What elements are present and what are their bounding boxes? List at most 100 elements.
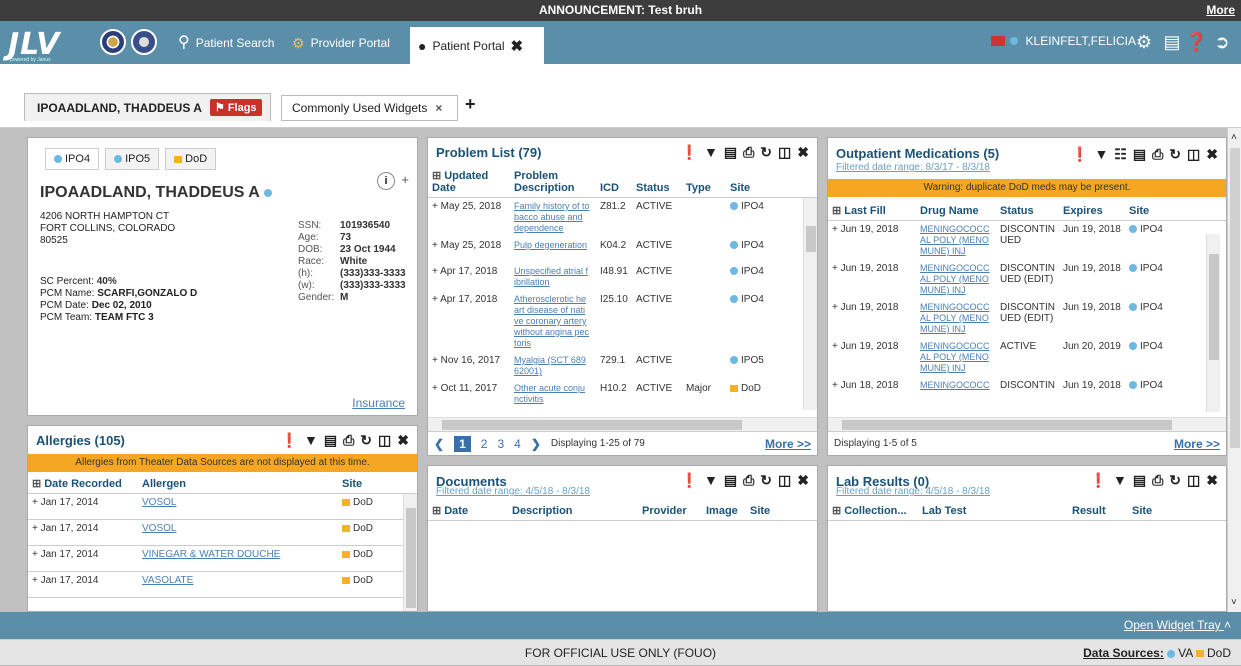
filter-icon[interactable]: ▼ [304,432,318,449]
problem-link[interactable]: Family history of to bacco abuse and dep… [514,201,590,233]
print-icon[interactable]: ⎙ [1152,472,1163,489]
info-icon[interactable]: ❗ [681,472,698,489]
scroll-thumb[interactable] [1230,148,1240,448]
col-updated-date[interactable]: ⊞ Updated Date [428,166,510,198]
expand-all-icon[interactable]: ⊞ [432,170,441,182]
refresh-icon[interactable]: ↻ [360,432,372,449]
col-status[interactable]: Status [996,201,1059,221]
patient-tab[interactable]: IPOAADLAND, THADDEUS A ⚑ Flags [24,93,271,121]
expand-all-icon[interactable]: ⊞ [32,478,41,490]
site-tab-ipo5[interactable]: IPO5 [105,148,160,170]
expand-icon[interactable]: + [432,383,441,394]
allergen-link[interactable]: VASOLATE [142,575,193,586]
current-user[interactable]: KLEINFELT,FELICIA [990,34,1136,48]
table-row[interactable]: + Jan 17, 2014 VOSOL DoD [28,520,417,546]
col-description[interactable]: Description [508,501,638,521]
table-row[interactable]: + Jun 18, 2018 MENINGOCOCC DISCONTIN Jun 19… [828,377,1226,415]
expand-icon[interactable]: + [832,224,841,235]
filter-icon[interactable]: ▼ [704,472,718,489]
col-site[interactable]: Site [338,474,417,494]
refresh-icon[interactable]: ↻ [1169,146,1181,163]
col-last-fill[interactable]: ⊞ Last Fill [828,201,916,221]
columns-icon[interactable]: ◫ [378,432,391,449]
close-icon[interactable]: × [435,101,442,115]
clipboard-icon[interactable]: ▤ [724,144,737,161]
col-drug-name[interactable]: Drug Name [916,201,996,221]
filter-icon[interactable]: ▼ [704,144,718,161]
columns-icon[interactable]: ◫ [778,472,791,489]
refresh-icon[interactable]: ↻ [1169,472,1181,489]
print-icon[interactable]: ⎙ [743,144,754,161]
col-site[interactable]: Site [726,166,817,198]
info-icon[interactable]: ❗ [681,144,698,161]
page-button[interactable]: 3 [497,437,504,451]
table-row[interactable]: + Jun 19, 2018 MENINGOCOCC AL POLY (MENO … [828,338,1226,377]
filter-icon[interactable]: ▼ [1094,146,1108,163]
next-page-icon[interactable]: ❯ [531,437,541,451]
table-row[interactable]: + Jan 17, 2014 VASOLATE DoD [28,572,417,598]
table-row[interactable]: + Nov 16, 2017 Myalgia (SCT 689 62001) 729… [428,352,817,380]
flags-button[interactable]: ⚑ Flags [209,99,262,116]
meds-scrollbar[interactable] [1206,234,1220,412]
col-date[interactable]: ⊞ Date [428,501,508,521]
add-tab-button[interactable]: + [465,94,476,115]
expand-icon[interactable]: + [432,294,440,305]
problem-link[interactable]: Unspecified atrial f ibrillation [514,266,588,287]
close-icon[interactable]: ✖ [797,472,809,489]
meds-more-link[interactable]: More >> [1174,437,1220,451]
problem-scrollbar[interactable] [803,198,817,410]
expand-icon[interactable]: + [32,497,41,508]
close-icon[interactable]: ✖ [1206,146,1218,163]
col-provider[interactable]: Provider [638,501,702,521]
expand-all-icon[interactable]: ⊞ [432,505,441,517]
expand-icon[interactable]: + [832,380,841,391]
problem-hscrollbar[interactable] [428,417,817,431]
scroll-up-icon[interactable]: ˄ [1231,132,1237,143]
table-row[interactable]: + Jan 17, 2014 VOSOL DoD [28,494,417,520]
drug-link[interactable]: MENINGOCOCC AL POLY (MENO MUNE) INJ [920,302,990,334]
expand-icon[interactable]: + [32,575,41,586]
notes-icon[interactable]: ▤ [1161,32,1183,53]
insurance-link[interactable]: Insurance [352,396,405,410]
table-row[interactable]: + Apr 17, 2018 Atherosclerotic he art dis… [428,291,817,352]
drug-link[interactable]: MENINGOCOCC [920,380,990,390]
problem-link[interactable]: Other acute conju nctivitis [514,383,585,404]
columns-icon[interactable]: ◫ [778,144,791,161]
columns-icon[interactable]: ◫ [1187,472,1200,489]
page-button[interactable]: 2 [481,437,488,451]
table-row[interactable]: + Jun 19, 2018 MENINGOCOCC AL POLY (MENO … [828,299,1226,338]
expand-all-icon[interactable]: ⊞ [832,205,841,217]
col-site[interactable]: Site [1125,201,1226,221]
info-icon[interactable]: ❗ [281,432,298,449]
table-row[interactable]: + Jun 19, 2018 MENINGOCOCC AL POLY (MENO … [828,221,1226,261]
clipboard-icon[interactable]: ▤ [1133,146,1146,163]
col-image[interactable]: Image [702,501,746,521]
expand-icon[interactable]: + [832,263,841,274]
page-button[interactable]: 1 [454,435,471,452]
expand-icon[interactable]: + [432,355,441,366]
open-widget-tray-button[interactable]: Open Widget Tray ˄ [1124,618,1231,632]
commonly-used-widgets-tab[interactable]: Commonly Used Widgets × [281,95,458,121]
expand-icon[interactable]: + [432,240,441,251]
allergen-link[interactable]: VINEGAR & WATER DOUCHE [142,549,280,560]
refresh-icon[interactable]: ↻ [760,472,772,489]
workspace-scrollbar[interactable]: ˄ ˅ [1227,128,1241,612]
expand-all-icon[interactable]: ⊞ [832,505,841,517]
announcement-more-link[interactable]: More [1206,0,1235,21]
refresh-icon[interactable]: ↻ [760,144,772,161]
col-problem-description[interactable]: Problem Description [510,166,596,198]
table-row[interactable]: + Apr 17, 2018 Unspecified atrial f ibril… [428,263,817,291]
drug-link[interactable]: MENINGOCOCC AL POLY (MENO MUNE) INJ [920,263,990,295]
clipboard-icon[interactable]: ▤ [724,472,737,489]
table-row[interactable]: + Oct 11, 2017 Other acute conju nctiviti… [428,380,817,408]
col-site[interactable]: Site [746,501,817,521]
col-site[interactable]: Site [1128,501,1226,521]
scroll-thumb[interactable] [1209,254,1219,360]
allergen-link[interactable]: VOSOL [142,497,176,508]
col-result[interactable]: Result [1068,501,1128,521]
logout-icon[interactable]: ➲ [1211,32,1233,53]
expand-icon[interactable]: + [432,266,440,277]
scroll-thumb[interactable] [406,508,416,608]
scroll-thumb[interactable] [842,420,1172,430]
drug-link[interactable]: MENINGOCOCC AL POLY (MENO MUNE) INJ [920,341,990,373]
